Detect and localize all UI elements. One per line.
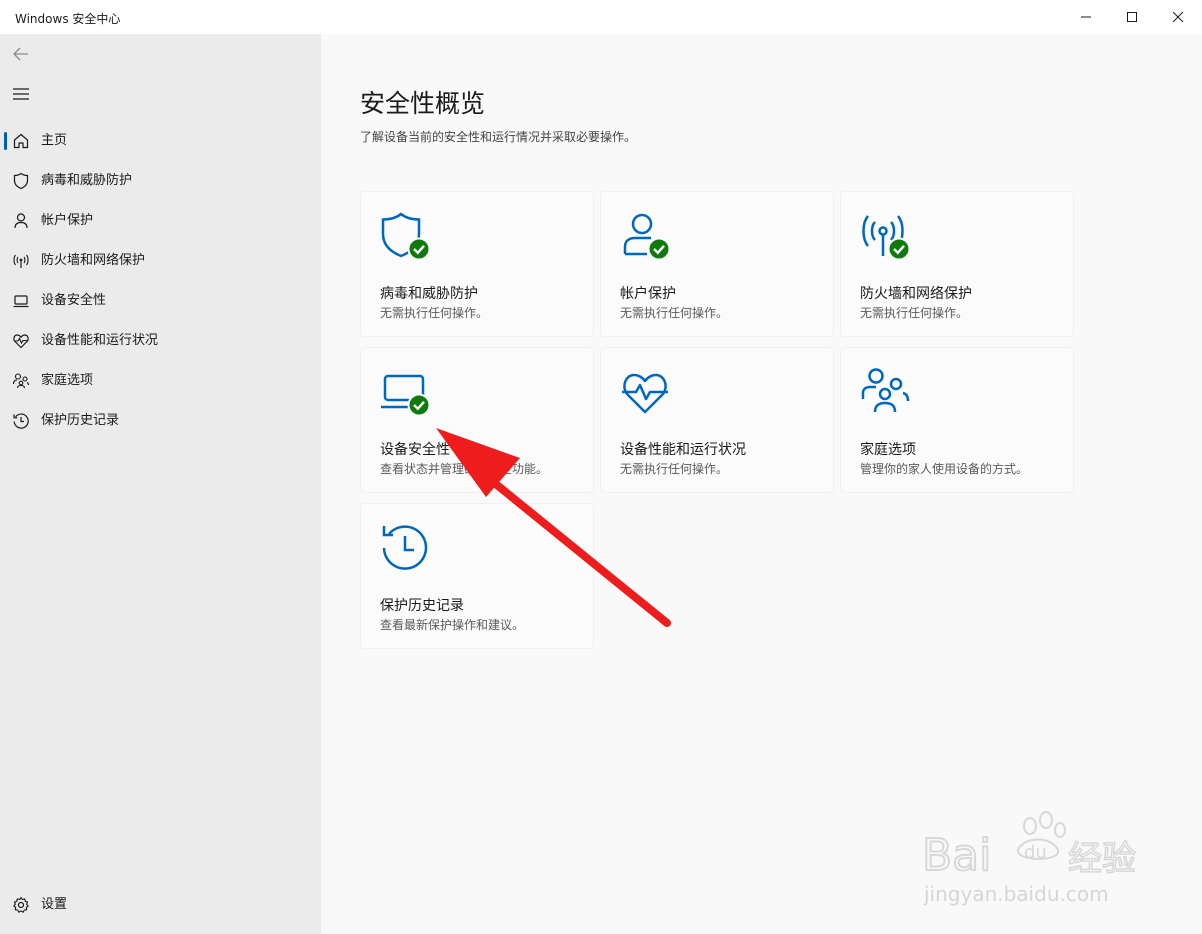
card-protection-history[interactable]: 保护历史记录 查看最新保护操作和建议。	[361, 504, 593, 648]
card-title: 病毒和威胁防护	[380, 286, 478, 302]
svg-text:经验: 经验	[1068, 839, 1136, 879]
sidebar-item-label: 帐户保护	[41, 213, 94, 228]
minimize-button[interactable]	[1063, 0, 1109, 34]
baidu-watermark: Bai du 经验 jingyan.baidu.com	[918, 800, 1138, 910]
gear-icon	[13, 896, 29, 913]
card-title: 帐户保护	[620, 286, 676, 302]
sidebar-item-protection-history[interactable]: 保护历史记录	[4, 403, 314, 439]
card-title: 保护历史记录	[380, 598, 464, 614]
card-description: 无需执行任何操作。	[860, 306, 969, 320]
antenna-check-icon	[862, 215, 911, 261]
window-title: Windows 安全中心	[15, 12, 121, 26]
person-check-icon	[623, 213, 671, 261]
sidebar-item-label: 设备性能和运行状况	[41, 333, 159, 348]
sidebar-item-virus-protection[interactable]: 病毒和威胁防护	[4, 163, 314, 199]
page-subtitle: 了解设备当前的安全性和运行情况并采取必要操作。	[360, 130, 637, 144]
sidebar-item-settings[interactable]: 设置	[4, 887, 314, 923]
menu-button[interactable]	[10, 83, 32, 105]
sidebar-item-label: 主页	[41, 133, 68, 148]
sidebar-item-label: 病毒和威胁防护	[41, 173, 133, 188]
family-icon	[12, 373, 30, 389]
close-button[interactable]	[1155, 0, 1201, 34]
sidebar-item-firewall[interactable]: 防火墙和网络保护	[4, 243, 314, 279]
sidebar-item-label: 防火墙和网络保护	[41, 253, 146, 268]
back-arrow-icon	[13, 47, 28, 61]
sidebar-item-label: 家庭选项	[41, 373, 94, 388]
card-title: 防火墙和网络保护	[860, 286, 972, 302]
card-family-options[interactable]: 家庭选项 管理你的家人使用设备的方式。	[841, 348, 1073, 492]
minimize-icon	[1081, 16, 1091, 18]
title-bar: Windows 安全中心	[0, 0, 1202, 34]
card-description: 无需执行任何操作。	[380, 306, 489, 320]
maximize-button[interactable]	[1109, 0, 1155, 34]
home-icon	[13, 133, 29, 149]
card-description: 管理你的家人使用设备的方式。	[860, 462, 1029, 476]
person-icon	[14, 213, 28, 229]
laptop-check-icon	[381, 374, 431, 417]
windows-security-window: Windows 安全中心 主页 病毒和威胁防护 帐户保护 防火墙和网络保护 设备…	[0, 0, 1202, 934]
sidebar-item-home[interactable]: 主页	[4, 123, 314, 159]
baidu-logo-icon: Bai du 经验	[921, 811, 1137, 882]
card-virus-protection[interactable]: 病毒和威胁防护 无需执行任何操作。	[361, 192, 593, 336]
sidebar: 主页 病毒和威胁防护 帐户保护 防火墙和网络保护 设备安全性 设备性能和运行状况…	[0, 34, 321, 934]
laptop-icon	[13, 295, 29, 308]
shield-icon	[13, 172, 29, 190]
close-icon	[1172, 11, 1184, 23]
antenna-icon	[13, 254, 29, 268]
history-icon	[382, 525, 428, 570]
card-description: 无需执行任何操作。	[620, 306, 729, 320]
svg-text:Bai: Bai	[922, 830, 991, 881]
card-firewall[interactable]: 防火墙和网络保护 无需执行任何操作。	[841, 192, 1073, 336]
sidebar-item-device-security[interactable]: 设备安全性	[4, 283, 314, 319]
family-icon	[861, 368, 910, 413]
watermark-text: jingyan.baidu.com	[924, 882, 1109, 906]
heart-pulse-icon	[13, 334, 29, 349]
card-title: 设备安全性	[380, 442, 450, 458]
sidebar-item-label: 保护历史记录	[41, 413, 120, 428]
hamburger-icon	[13, 88, 29, 100]
heart-pulse-icon	[622, 373, 668, 414]
main-content: 安全性概览 了解设备当前的安全性和运行情况并采取必要操作。 病毒和威胁防护 无需…	[321, 34, 1202, 934]
card-description: 查看状态并管理硬件安全功能。	[380, 462, 549, 476]
maximize-icon	[1127, 12, 1137, 22]
card-device-performance[interactable]: 设备性能和运行状况 无需执行任何操作。	[601, 348, 833, 492]
history-icon	[13, 413, 29, 429]
card-account-protection[interactable]: 帐户保护 无需执行任何操作。	[601, 192, 833, 336]
sidebar-item-device-performance[interactable]: 设备性能和运行状况	[4, 323, 314, 359]
sidebar-item-family-options[interactable]: 家庭选项	[4, 363, 314, 399]
card-device-security[interactable]: 设备安全性 查看状态并管理硬件安全功能。	[361, 348, 593, 492]
shield-check-icon	[381, 212, 431, 261]
card-title: 设备性能和运行状况	[620, 442, 746, 458]
page-title: 安全性概览	[360, 89, 486, 118]
sidebar-item-label: 设备安全性	[41, 293, 107, 308]
settings-label: 设置	[41, 897, 68, 912]
svg-text:du: du	[1024, 842, 1047, 863]
card-title: 家庭选项	[860, 442, 916, 458]
card-description: 查看最新保护操作和建议。	[380, 618, 525, 632]
back-button[interactable]	[10, 43, 32, 65]
card-description: 无需执行任何操作。	[620, 462, 729, 476]
sidebar-item-account-protection[interactable]: 帐户保护	[4, 203, 314, 239]
